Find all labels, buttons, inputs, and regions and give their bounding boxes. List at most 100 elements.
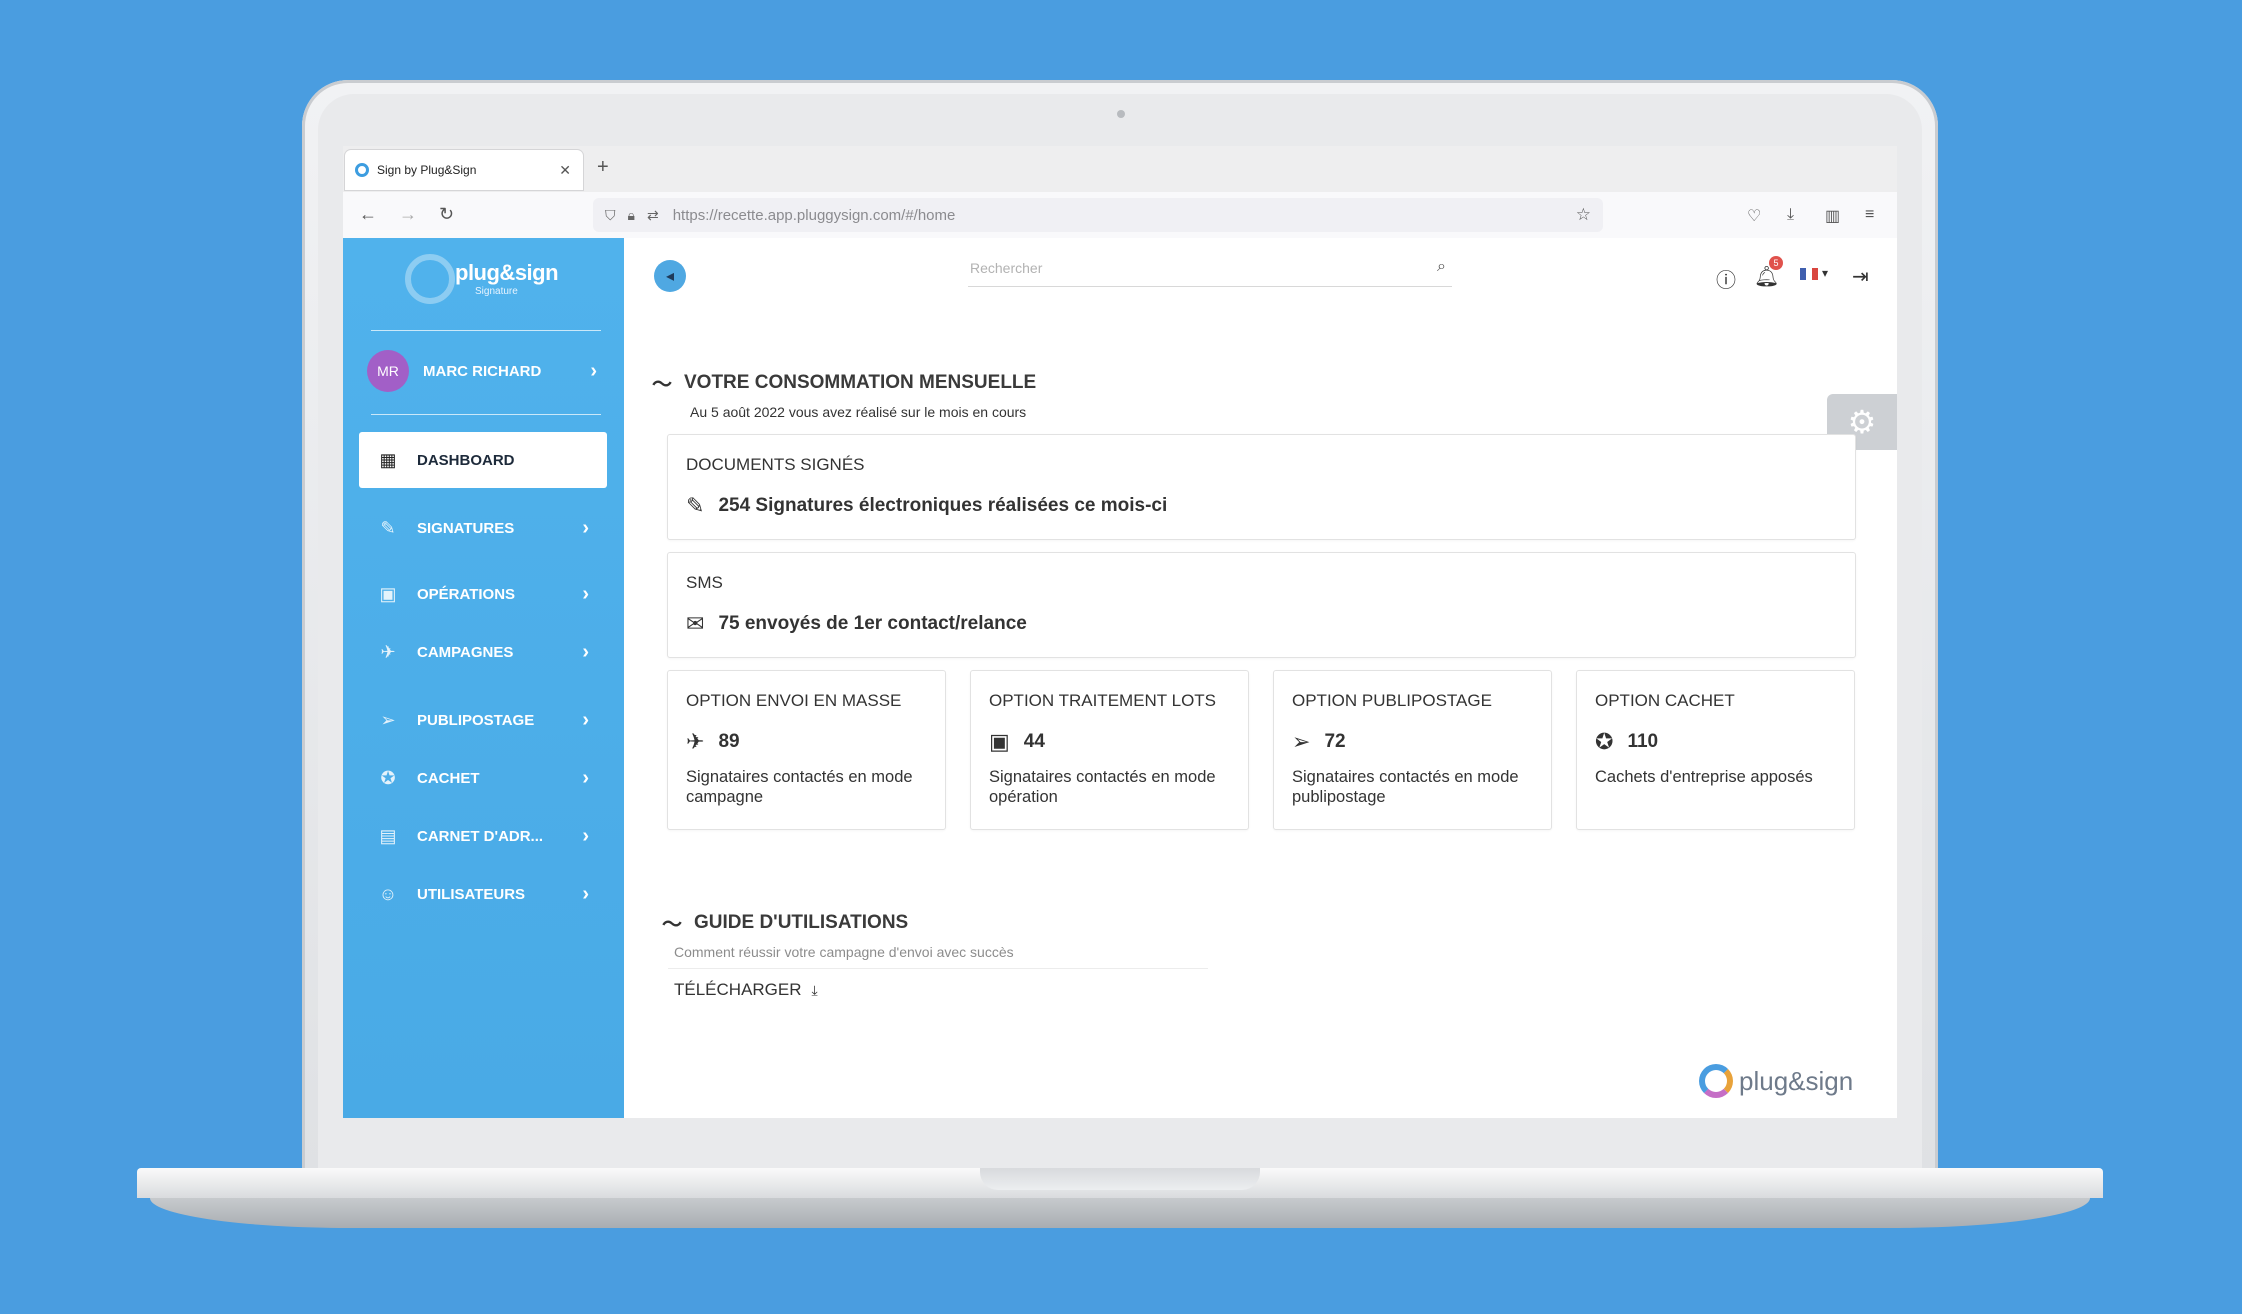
guide-title: 〜 GUIDE D'UTILISATIONS <box>662 908 908 937</box>
stamp-icon: ✪ <box>1595 729 1614 754</box>
sidebar-item-label: PUBLIPOSTAGE <box>417 711 535 729</box>
browser-navbar: ← → ↻ ⛉ 🔒︎ ⇄ https://recette.app.pluggys… <box>343 192 1897 239</box>
divider <box>371 330 601 331</box>
back-icon[interactable]: ← <box>359 204 377 225</box>
reload-icon[interactable]: ↻ <box>439 204 454 225</box>
chevron-down-icon[interactable]: ▾ <box>1822 266 1828 280</box>
collapse-sidebar-button[interactable]: ◂ <box>654 260 686 292</box>
sidebar-item-label: SIGNATURES <box>417 519 515 537</box>
search-bar: ⌕ <box>968 252 1452 287</box>
sidebar: plug&sign Signature MR MARC RICHARD › ▦ … <box>343 238 624 1118</box>
avatar: MR <box>367 350 409 392</box>
permissions-icon[interactable]: ⇄ <box>647 207 659 224</box>
card-value: 44 <box>1023 731 1045 752</box>
sidebar-item-utilisateurs[interactable]: ☺ UTILISATEURS › <box>359 866 607 922</box>
consumption-title: 〜 VOTRE CONSOMMATION MENSUELLE <box>652 368 1036 397</box>
sidebar-item-cachet[interactable]: ✪ CACHET › <box>359 750 607 806</box>
shield-icon: ⛉ <box>605 206 616 223</box>
lock-icon: 🔒︎ <box>627 206 635 223</box>
help-icon[interactable]: ⓘ <box>1716 264 1736 293</box>
sidebar-item-campagnes[interactable]: ✈ CAMPAGNES › <box>359 624 607 680</box>
brand-text: plug&sign <box>1739 1065 1854 1096</box>
card-title: DOCUMENTS SIGNÉS <box>686 455 865 474</box>
signature-icon: ✎ <box>686 493 705 518</box>
menu-icon[interactable]: ≡ <box>1865 206 1874 224</box>
chevron-right-icon: › <box>582 824 589 847</box>
search-icon[interactable]: ⌕ <box>1437 258 1446 276</box>
logo-ring-icon <box>405 254 455 304</box>
send-icon: ➢ <box>1292 729 1311 754</box>
sidebar-item-signatures[interactable]: ✎ SIGNATURES › <box>359 500 607 556</box>
divider <box>668 968 1208 969</box>
address-bar[interactable]: ⛉ 🔒︎ ⇄ https://recette.app.pluggysign.co… <box>593 198 1603 232</box>
card-line: ✈ 89 <box>686 729 740 755</box>
pocket-icon[interactable]: ♡ <box>1747 206 1761 226</box>
card-line: ✎ 254 Signatures électroniques réalisées… <box>686 493 1167 519</box>
download-label: TÉLÉCHARGER <box>674 980 802 999</box>
stamp-icon: ✪ <box>380 767 396 788</box>
new-tab-icon[interactable]: + <box>597 156 609 179</box>
browser-tabbar: Sign by Plug&Sign ✕ + <box>343 146 1897 192</box>
address-book-icon: ▤ <box>379 825 397 846</box>
operations-icon: ▣ <box>379 583 397 604</box>
sidebar-item-operations[interactable]: ▣ OPÉRATIONS › <box>359 566 607 622</box>
sidebar-item-label: DASHBOARD <box>417 451 515 469</box>
logo-subtitle: Signature <box>475 286 518 297</box>
consumption-title-text: VOTRE CONSOMMATION MENSUELLE <box>684 371 1037 393</box>
card-title: SMS <box>686 573 723 592</box>
sidebar-item-carnet[interactable]: ▤ CARNET D'ADR... › <box>359 808 607 864</box>
signature-icon: ✎ <box>380 517 396 538</box>
sidebar-toggle-icon[interactable]: ▥ <box>1825 206 1840 226</box>
laptop-base-bottom <box>150 1198 2090 1228</box>
chevron-right-icon: › <box>582 640 589 663</box>
search-input[interactable] <box>968 252 1412 284</box>
logo-text: plug&sign <box>455 260 559 285</box>
sidebar-item-label: CARNET D'ADR... <box>417 827 544 845</box>
card-desc: Signataires contactés en mode opération <box>989 768 1216 806</box>
card-title: OPTION CACHET <box>1595 691 1735 710</box>
logo: plug&sign Signature <box>405 254 575 310</box>
campaign-icon: ✈ <box>380 641 396 662</box>
chevron-right-icon: › <box>590 359 597 382</box>
guide-title-text: GUIDE D'UTILISATIONS <box>694 911 909 933</box>
card-title: OPTION ENVOI EN MASSE <box>686 691 902 710</box>
logout-icon[interactable]: ⇥ <box>1852 264 1869 289</box>
user-profile[interactable]: MR MARC RICHARD › <box>367 350 597 392</box>
bookmark-star-icon[interactable]: ☆ <box>1576 205 1591 225</box>
sidebar-item-label: CACHET <box>417 769 480 787</box>
send-icon: ➢ <box>380 709 396 730</box>
card-value: 75 envoyés de 1er contact/relance <box>718 613 1027 634</box>
option-card-publipostage: OPTION PUBLIPOSTAGE ➢ 72 Signataires con… <box>1273 670 1552 830</box>
download-icon: ⤓ <box>811 981 818 998</box>
close-icon[interactable]: ✕ <box>559 162 571 179</box>
card-desc: Cachets d'entreprise apposés <box>1595 768 1813 786</box>
download-link[interactable]: TÉLÉCHARGER ⤓ <box>674 980 818 1000</box>
users-icon: ☺ <box>378 883 398 904</box>
sms-card: SMS ✉ 75 envoyés de 1er contact/relance <box>667 552 1856 658</box>
divider <box>371 414 601 415</box>
card-line: ✉ 75 envoyés de 1er contact/relance <box>686 611 1027 637</box>
campaign-icon: ✈ <box>686 729 705 754</box>
card-line: ✪ 110 <box>1595 729 1658 755</box>
sidebar-item-dashboard[interactable]: ▦ DASHBOARD <box>359 432 607 488</box>
card-value: 254 Signatures électroniques réalisées c… <box>718 495 1168 516</box>
sms-icon: ✉ <box>686 611 705 636</box>
brand-logo: plug&sign <box>1699 1064 1853 1098</box>
chevron-right-icon: › <box>582 882 589 905</box>
notification-badge: 5 <box>1769 256 1783 270</box>
chevron-right-icon: › <box>582 516 589 539</box>
forward-icon[interactable]: → <box>399 204 417 225</box>
documents-card: DOCUMENTS SIGNÉS ✎ 254 Signatures électr… <box>667 434 1856 540</box>
brand-ring-icon <box>1699 1064 1733 1098</box>
sidebar-item-label: UTILISATEURS <box>417 885 526 903</box>
sidebar-item-publipostage[interactable]: ➢ PUBLIPOSTAGE › <box>359 692 607 748</box>
chevron-right-icon: › <box>582 582 589 605</box>
option-card-cachet: OPTION CACHET ✪ 110 Cachets d'entreprise… <box>1576 670 1855 830</box>
user-name: MARC RICHARD <box>423 362 542 380</box>
download-icon[interactable]: ⤓ <box>1787 206 1794 224</box>
card-line: ▣ 44 <box>989 729 1045 755</box>
language-flag-icon[interactable] <box>1800 268 1818 280</box>
card-value: 72 <box>1324 731 1346 752</box>
favicon-icon <box>355 163 369 177</box>
browser-tab[interactable]: Sign by Plug&Sign ✕ <box>345 150 583 190</box>
